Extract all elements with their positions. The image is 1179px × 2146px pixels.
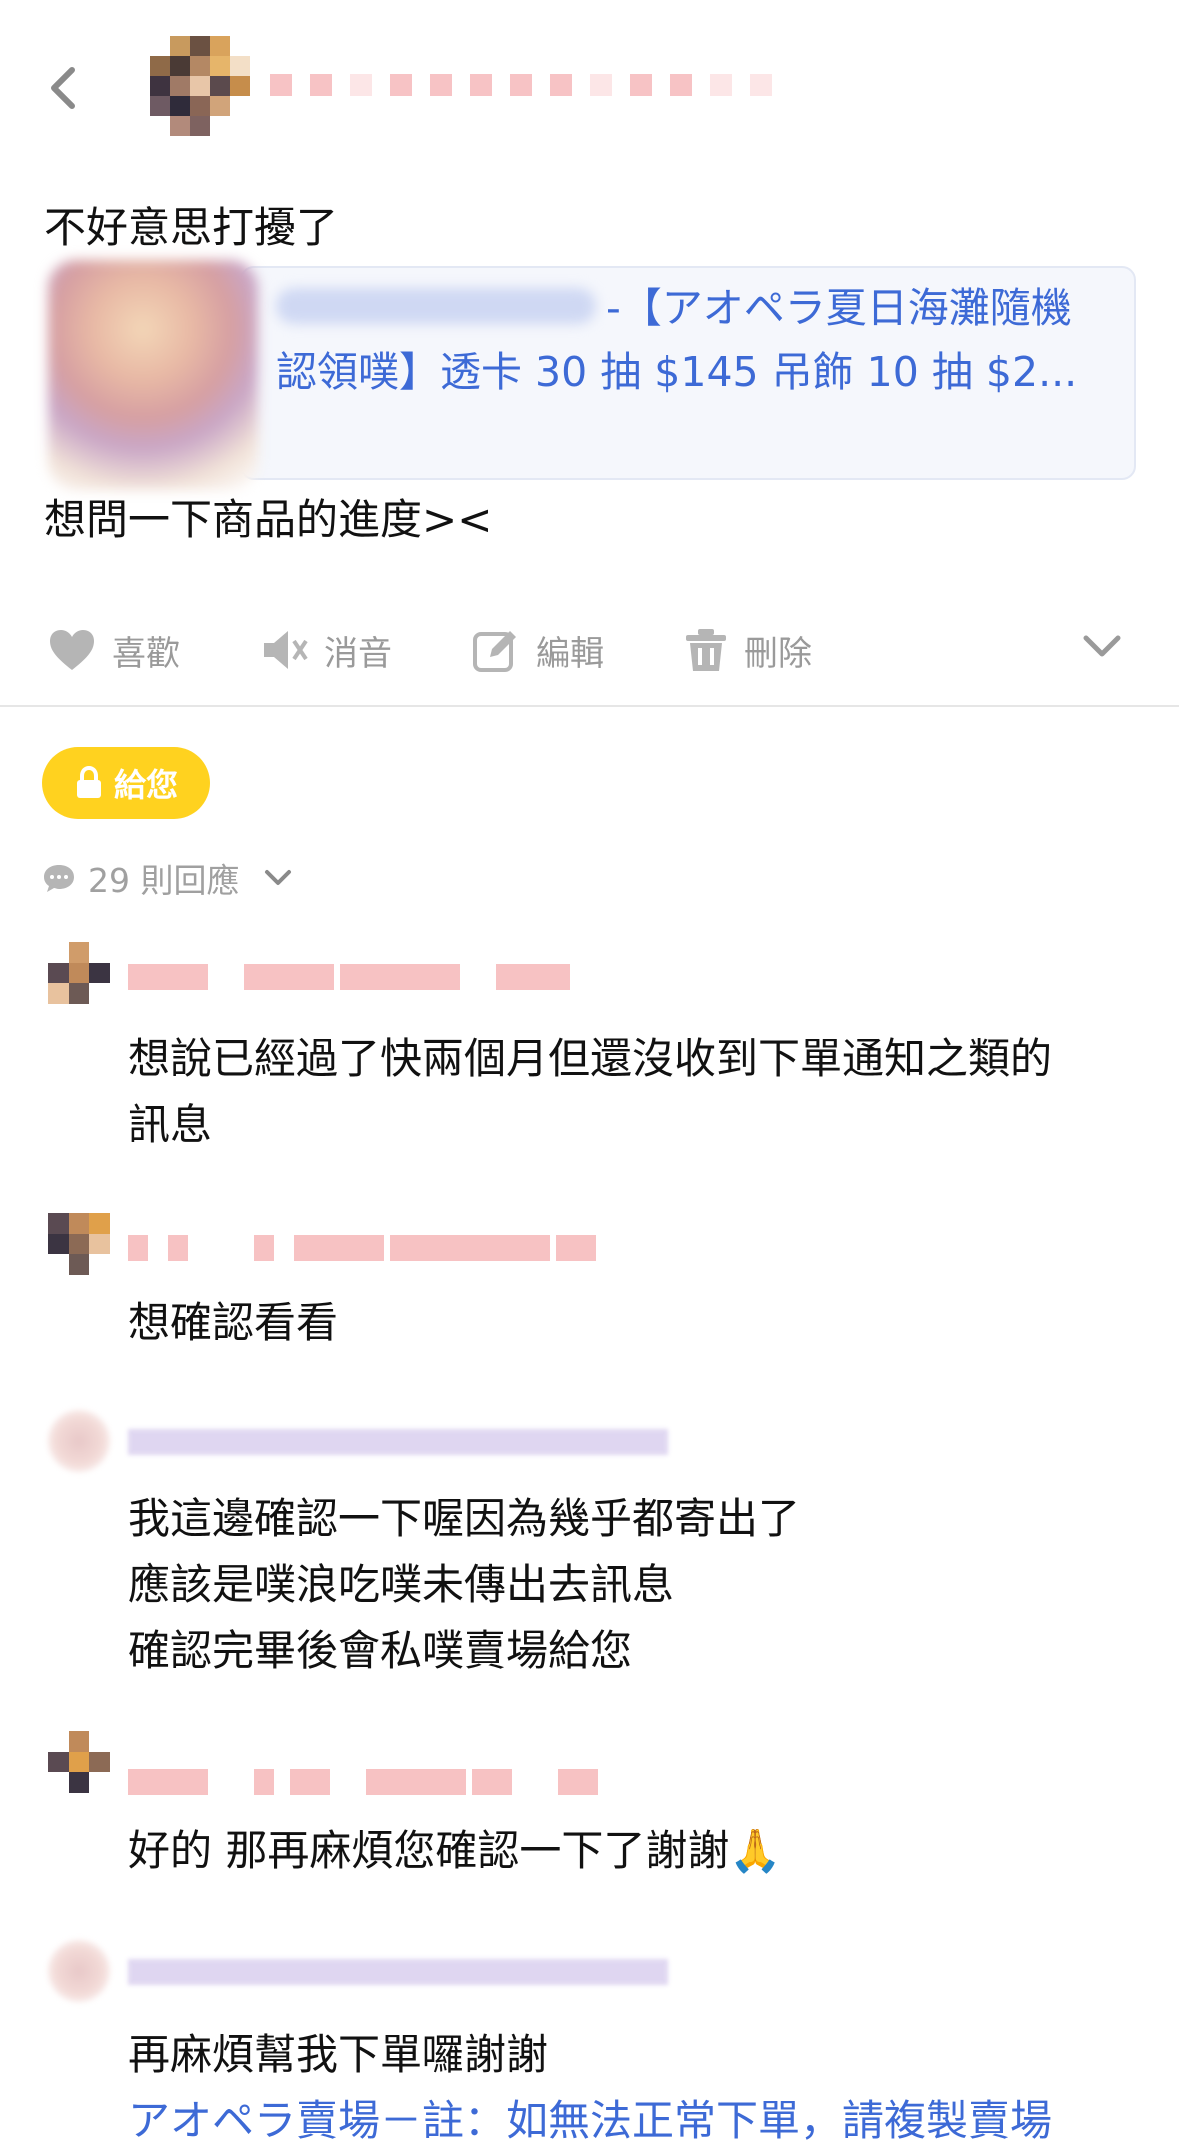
commenter-name-redacted [128, 957, 570, 997]
comment-line: 我這邊確認一下喔因為幾乎都寄出了 [128, 1494, 801, 1543]
more-button[interactable] [1082, 632, 1122, 664]
avatar[interactable] [48, 1213, 110, 1275]
comment-line: 想說已經過了快兩個月但還沒收到下單通知之類的 [128, 1034, 1053, 1083]
chevron-down-icon [1083, 635, 1121, 657]
reply-count: 29 則回應 [88, 861, 240, 900]
delete-label: 刪除 [744, 633, 812, 674]
avatar[interactable] [150, 36, 250, 136]
edit-button[interactable]: 編輯 [472, 622, 604, 678]
comment-line: 想確認看看 [128, 1298, 339, 1347]
trash-icon [686, 629, 726, 671]
mute-label: 消音 [324, 633, 392, 674]
comment-line: 確認完畢後會私噗賣場給您 [128, 1626, 633, 1675]
avatar[interactable] [48, 1410, 110, 1472]
like-button[interactable]: 喜歡 [48, 622, 180, 678]
commenter-name-redacted [128, 1762, 598, 1802]
heart-icon [50, 630, 94, 670]
private-badge[interactable]: 給您 [42, 747, 210, 819]
post-text-line1: 不好意思打擾了 [44, 203, 339, 252]
speech-bubble-icon [44, 865, 74, 892]
delete-button[interactable]: 刪除 [684, 622, 812, 678]
comment-line: 好的 那再麻煩您確認一下了謝謝🙏 [128, 1826, 782, 1875]
commenter-name-redacted [128, 1422, 668, 1462]
commenter-name-redacted [128, 1952, 668, 1992]
link-text-line2: 認領噗】透卡 30 抽 $145 吊飾 10 抽 $2... [276, 348, 1078, 396]
post-text-line2: 想問一下商品的進度>< [44, 495, 493, 544]
mute-button[interactable]: 消音 [260, 622, 392, 678]
lock-icon [76, 766, 101, 798]
back-button[interactable] [44, 64, 84, 112]
shop-link[interactable]: アオペラ賣場－註：如無法正常下單，請複製賣場 [128, 2088, 1052, 2146]
comment-text: 好的 那再麻煩您確認一下了謝謝🙏 [128, 1818, 782, 1884]
username-redacted [270, 74, 772, 96]
avatar[interactable] [48, 1731, 110, 1793]
badge-label: 給您 [113, 766, 178, 804]
comment-line: 再麻煩幫我下單囉謝謝 [128, 2030, 549, 2079]
chevron-left-icon [51, 67, 75, 109]
comment-line: 訊息 [128, 1100, 213, 1149]
avatar[interactable] [48, 1940, 110, 2002]
commenter-name-redacted [128, 1228, 596, 1268]
pencil-square-icon [473, 631, 516, 672]
link-thumbnail [48, 260, 258, 490]
avatar[interactable] [48, 942, 110, 1004]
replies-toggle[interactable]: 29 則回應 [42, 854, 293, 902]
comment-text: 再麻煩幫我下單囉謝謝 アオペラ賣場－註：如無法正常下單，請複製賣場 [128, 2022, 1052, 2146]
link-text-line1: -【アオペラ夏日海灘隨機 [606, 284, 1072, 332]
chevron-down-icon [265, 870, 292, 885]
divider [0, 705, 1179, 707]
comment-text: 想確認看看 [128, 1290, 338, 1356]
comment-text: 我這邊確認一下喔因為幾乎都寄出了 應該是噗浪吃噗未傳出去訊息 確認完畢後會私噗賣… [128, 1486, 800, 1684]
comment-text: 想說已經過了快兩個月但還沒收到下單通知之類的 訊息 [128, 1026, 1052, 1158]
like-label: 喜歡 [112, 633, 180, 674]
comment-line: 應該是噗浪吃噗未傳出去訊息 [128, 1560, 675, 1609]
edit-label: 編輯 [536, 633, 604, 674]
speaker-mute-icon [264, 631, 308, 669]
link-preview-text[interactable]: -【アオペラ夏日海灘隨機 認領噗】透卡 30 抽 $145 吊飾 10 抽 $2… [276, 276, 1126, 404]
